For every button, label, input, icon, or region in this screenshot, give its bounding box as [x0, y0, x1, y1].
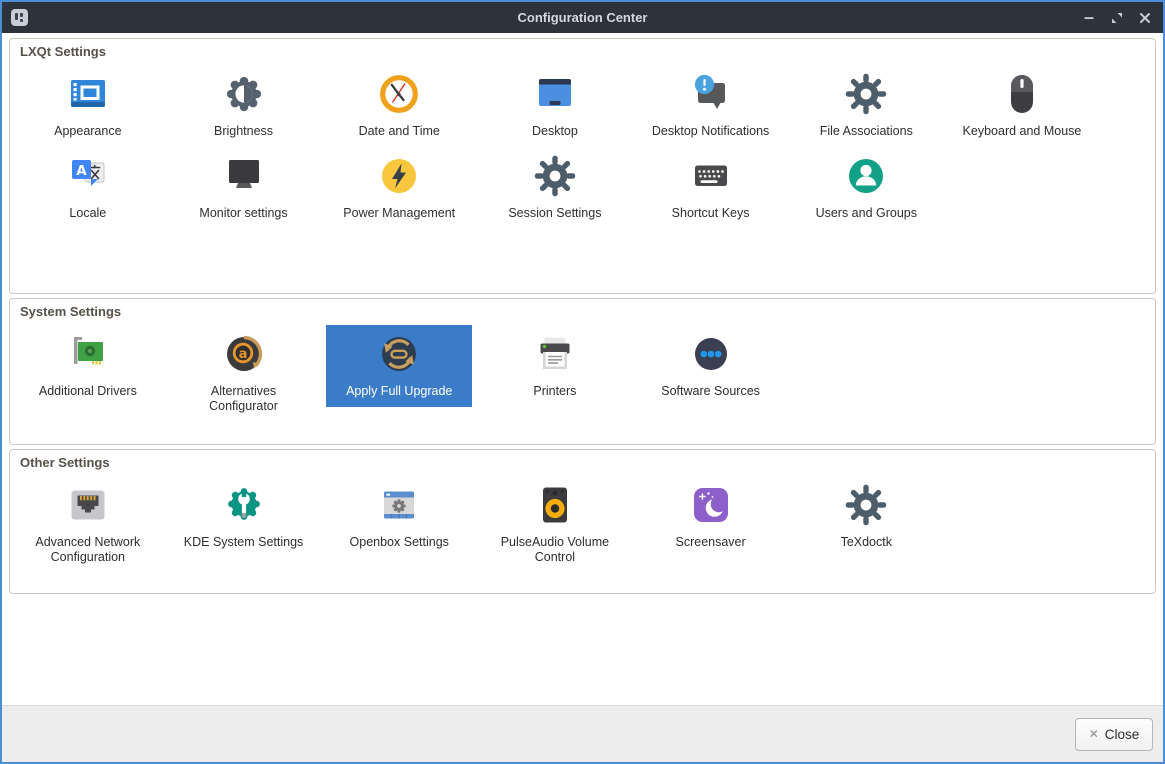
config-item-kde-system-settings[interactable]: KDE System Settings [166, 476, 322, 558]
svg-text:a: a [238, 347, 247, 362]
item-label: Desktop Notifications [651, 124, 770, 138]
window-gear-icon [384, 491, 415, 519]
config-item-screensaver[interactable]: Screensaver [633, 476, 789, 558]
keyboard-icon [694, 165, 727, 186]
config-item-desktop[interactable]: Desktop [477, 65, 633, 147]
item-label: PulseAudio Volume Control [500, 535, 610, 564]
item-label: Appearance [54, 124, 122, 138]
minimize-button[interactable] [1080, 9, 1098, 27]
config-item-appearance[interactable]: Appearance [10, 65, 166, 147]
config-item-advanced-network-configuration[interactable]: Advanced Network Configuration [10, 476, 166, 573]
close-x-icon: ✕ [1088, 727, 1099, 741]
section-lxqt-settings: LXQt Settings Appearance Brightness Date… [9, 38, 1156, 294]
config-item-keyboard-and-mouse[interactable]: Keyboard and Mouse [944, 65, 1100, 147]
translate-icon: A [71, 159, 105, 186]
item-label: KDE System Settings [183, 535, 304, 549]
config-item-monitor-settings[interactable]: Monitor settings [166, 147, 322, 229]
titlebar: Configuration Center [2, 2, 1163, 33]
config-item-locale[interactable]: A Locale [10, 147, 166, 229]
lightning-icon [382, 158, 417, 193]
section-title: Other Settings [20, 455, 110, 470]
monitor-icon [228, 159, 259, 188]
config-item-software-sources[interactable]: Software Sources [633, 325, 789, 407]
window-title: Configuration Center [517, 10, 648, 25]
clock-icon [380, 75, 419, 113]
item-label: Brightness [214, 124, 274, 138]
section-title: LXQt Settings [20, 44, 106, 59]
notification-bubble-icon [694, 74, 725, 109]
item-label: Printers [533, 384, 577, 398]
gear-icon [846, 73, 887, 115]
item-label: Additional Drivers [38, 384, 137, 398]
gear-wrench-icon [227, 488, 260, 520]
moon-stars-icon [693, 488, 728, 522]
config-item-power-management[interactable]: Power Management [321, 147, 477, 229]
item-label: Session Settings [508, 205, 602, 220]
content-area: LXQt Settings Appearance Brightness Date… [2, 33, 1163, 762]
section-title: System Settings [20, 304, 122, 319]
close-button-label: Close [1104, 726, 1140, 742]
user-circle-icon [849, 158, 884, 193]
svg-text:A: A [76, 163, 87, 179]
mouse-icon [1010, 75, 1033, 113]
item-label: Locale [69, 205, 107, 220]
item-label: Users and Groups [815, 205, 917, 220]
desktop-icon [538, 79, 571, 106]
restore-icon [1112, 12, 1122, 23]
ethernet-port-icon [71, 490, 105, 520]
config-item-session-settings[interactable]: Session Settings [477, 147, 633, 229]
item-label: Power Management [343, 205, 456, 220]
item-label: File Associations [819, 124, 913, 138]
gear-icon [846, 484, 887, 526]
close-button[interactable]: ✕ Close [1075, 717, 1153, 751]
config-item-desktop-notifications[interactable]: Desktop Notifications [633, 65, 789, 147]
item-label: Alternatives Configurator [209, 384, 278, 413]
close-icon [1140, 12, 1150, 23]
config-item-date-and-time[interactable]: Date and Time [321, 65, 477, 147]
content-filler [2, 598, 1163, 705]
config-item-brightness[interactable]: Brightness [166, 65, 322, 147]
restore-button[interactable] [1108, 9, 1126, 27]
gear-icon [534, 155, 576, 196]
app-icon [11, 9, 28, 26]
item-label: Openbox Settings [349, 535, 449, 549]
printer-icon [540, 337, 570, 369]
selected-tile: Apply Full Upgrade [326, 325, 473, 407]
item-label: Desktop [531, 124, 578, 138]
configuration-center-window: Configuration Center LXQt Settings Appea… [0, 0, 1165, 764]
config-item-texdoctk[interactable]: TeXdoctk [788, 476, 944, 558]
minimize-icon [1084, 16, 1094, 19]
pci-card-icon [73, 337, 103, 365]
speaker-icon [542, 487, 567, 523]
config-item-alternatives-configurator[interactable]: a Alternatives Configurator [166, 325, 322, 422]
appearance-icon [70, 80, 105, 107]
section-other-settings: Other Settings Advanced Network Configur… [9, 449, 1156, 594]
section-system-settings: System Settings Additional Drivers a Alt… [9, 298, 1156, 445]
config-item-shortcut-keys[interactable]: Shortcut Keys [633, 147, 789, 229]
brightness-icon [226, 76, 261, 112]
close-window-button[interactable] [1136, 9, 1154, 27]
config-item-printers[interactable]: Printers [477, 325, 633, 407]
item-label: Shortcut Keys [671, 205, 750, 220]
config-item-additional-drivers[interactable]: Additional Drivers [10, 325, 166, 407]
item-label: Advanced Network Configuration [35, 535, 141, 564]
config-item-pulseaudio-volume-control[interactable]: PulseAudio Volume Control [477, 476, 633, 573]
footer-bar: ✕ Close [2, 705, 1163, 762]
config-item-apply-full-upgrade[interactable]: Apply Full Upgrade [321, 325, 477, 407]
config-item-file-associations[interactable]: File Associations [788, 65, 944, 147]
config-item-users-and-groups[interactable]: Users and Groups [788, 147, 944, 229]
item-label: Screensaver [675, 535, 746, 549]
item-label: Apply Full Upgrade [346, 384, 453, 398]
alternatives-a-icon: a [226, 335, 262, 371]
item-label: TeXdoctk [840, 535, 892, 549]
item-label: Monitor settings [199, 205, 288, 220]
three-dots-icon [694, 338, 727, 370]
item-label: Keyboard and Mouse [962, 124, 1082, 138]
item-label: Date and Time [358, 124, 440, 138]
config-item-openbox-settings[interactable]: Openbox Settings [321, 476, 477, 558]
upgrade-refresh-icon [382, 337, 417, 371]
item-label: Software Sources [661, 384, 760, 398]
